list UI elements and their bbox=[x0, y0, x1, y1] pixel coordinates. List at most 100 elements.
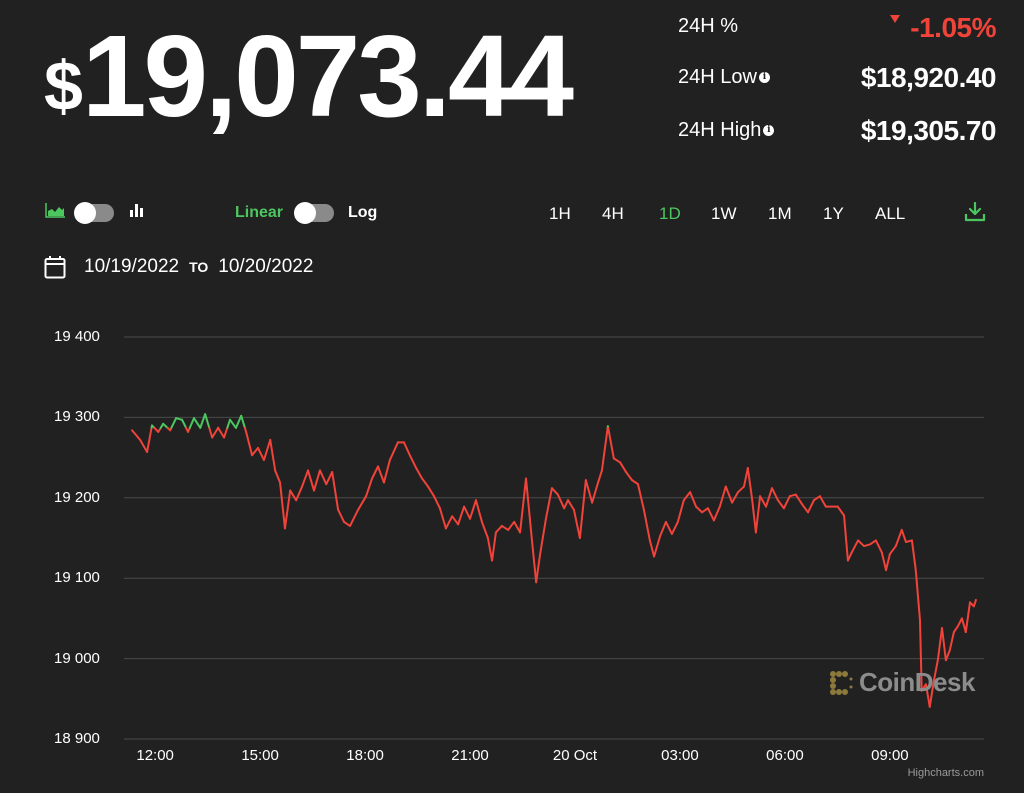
line-segment-down bbox=[807, 499, 815, 514]
line-segment-down bbox=[836, 505, 846, 517]
line-segment-down bbox=[695, 505, 703, 514]
line-segment-down bbox=[544, 487, 553, 520]
y-tick-label: 19 300 bbox=[54, 408, 100, 426]
line-segment-down bbox=[566, 499, 575, 511]
x-tick-label: 06:00 bbox=[766, 747, 804, 764]
line-segment-down bbox=[712, 505, 721, 522]
line-segment-down bbox=[223, 426, 229, 439]
line-segment-down bbox=[217, 426, 226, 439]
line-segment-down bbox=[486, 537, 494, 562]
line-segment-down bbox=[941, 627, 947, 662]
line-segment-down bbox=[530, 539, 538, 584]
y-tick-label: 19 400 bbox=[54, 328, 100, 345]
line-segment-down bbox=[880, 551, 888, 572]
line-segment-up bbox=[204, 413, 211, 429]
line-segment-down bbox=[245, 430, 254, 457]
line-segment-down bbox=[754, 495, 762, 534]
line-segment-down bbox=[382, 459, 391, 484]
line-segment-down bbox=[706, 507, 715, 522]
price-line bbox=[131, 413, 977, 708]
line-segment-down bbox=[556, 493, 566, 510]
line-segment-down bbox=[415, 467, 424, 480]
line-segment-down bbox=[636, 483, 645, 511]
line-segment-up bbox=[181, 418, 188, 429]
line-segment-down bbox=[469, 499, 477, 520]
line-segment-down bbox=[746, 467, 754, 500]
line-segment-down bbox=[578, 479, 587, 539]
line-segment-down bbox=[619, 461, 628, 474]
line-segment-down bbox=[451, 515, 460, 526]
line-segment-down bbox=[900, 528, 907, 544]
line-segment-down bbox=[653, 535, 662, 558]
line-segment-down bbox=[885, 553, 891, 572]
line-segment-down bbox=[670, 520, 679, 535]
line-segment-down bbox=[572, 508, 581, 539]
line-segment-down bbox=[365, 477, 374, 498]
coindesk-logo-icon bbox=[829, 670, 855, 696]
line-segment-down bbox=[794, 493, 804, 506]
line-segment-down bbox=[208, 426, 214, 439]
line-segment-down bbox=[301, 469, 310, 488]
line-segment-down bbox=[642, 508, 651, 542]
line-segment-down bbox=[857, 539, 865, 548]
line-segment-down bbox=[718, 485, 727, 508]
y-tick-label: 19 100 bbox=[54, 569, 100, 587]
line-segment-down bbox=[936, 627, 944, 662]
line-segment-up bbox=[192, 417, 202, 429]
y-tick-label: 19 200 bbox=[54, 488, 100, 506]
line-segment-down bbox=[850, 539, 860, 554]
line-segment-down bbox=[631, 479, 639, 486]
highcharts-credits-link[interactable]: Highcharts.com bbox=[908, 767, 984, 779]
watermark-text: CoinDesk bbox=[859, 667, 975, 697]
line-segment-down bbox=[371, 465, 380, 480]
line-segment-down bbox=[438, 507, 447, 530]
line-segment-down bbox=[700, 507, 709, 514]
line-segment-down bbox=[914, 569, 921, 622]
line-segment-down bbox=[948, 631, 955, 652]
line-segment-down bbox=[269, 438, 277, 472]
line-segment-down bbox=[480, 520, 489, 539]
line-segment-down bbox=[801, 503, 810, 514]
x-tick-label: 21:00 bbox=[451, 747, 489, 764]
y-tick-label: 19 000 bbox=[54, 649, 100, 667]
line-segment-down bbox=[525, 477, 533, 542]
line-segment-down bbox=[507, 520, 516, 531]
line-segment-up bbox=[229, 418, 237, 429]
line-segment-down bbox=[888, 545, 897, 556]
line-segment-down bbox=[910, 539, 917, 572]
line-segment-up bbox=[170, 417, 178, 429]
line-segment-down bbox=[131, 429, 142, 441]
line-segment-down bbox=[843, 514, 849, 562]
x-tick-label: 09:00 bbox=[871, 747, 909, 764]
coindesk-watermark: CoinDesk bbox=[829, 667, 975, 698]
line-segment-down bbox=[283, 489, 292, 530]
line-segment-down bbox=[279, 481, 286, 530]
line-segment-down bbox=[724, 485, 734, 504]
line-segment-down bbox=[874, 539, 883, 554]
line-segment-down bbox=[139, 438, 149, 453]
line-segment-down bbox=[682, 491, 692, 502]
x-tick-label: 20 Oct bbox=[552, 747, 598, 764]
line-segment-down bbox=[612, 457, 622, 464]
line-segment-down bbox=[262, 438, 272, 462]
x-tick-label: 03:00 bbox=[661, 747, 699, 764]
line-segment-down bbox=[664, 520, 673, 535]
line-segment-down bbox=[659, 520, 667, 538]
line-segment-down bbox=[597, 469, 603, 484]
line-segment-down bbox=[513, 520, 522, 534]
line-segment-down bbox=[331, 471, 340, 511]
x-tick-label: 18:00 bbox=[346, 747, 384, 764]
line-segment-down bbox=[343, 520, 352, 527]
line-segment-up bbox=[188, 417, 195, 429]
x-tick-label: 15:00 bbox=[241, 747, 279, 764]
line-segment-down bbox=[584, 479, 594, 504]
line-segment-down bbox=[491, 531, 497, 562]
line-segment-down bbox=[463, 505, 472, 520]
line-segment-down bbox=[625, 471, 634, 482]
line-segment-down bbox=[952, 625, 959, 634]
line-segment-down bbox=[146, 426, 153, 453]
line-segment-down bbox=[211, 426, 220, 439]
line-segment-down bbox=[776, 499, 785, 510]
line-segment-down bbox=[474, 499, 483, 523]
line-segment-down bbox=[770, 487, 779, 502]
